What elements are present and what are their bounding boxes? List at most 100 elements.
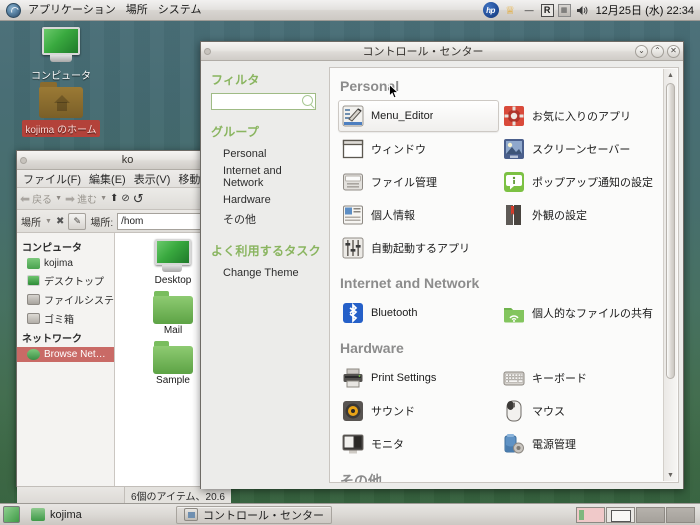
menu-edit[interactable]: 編集(E)	[85, 171, 130, 187]
menu-applications[interactable]: アプリケーション	[23, 0, 121, 21]
file-manager-toolbar[interactable]: ⬅ 戻る ▼ ➡ 進む ▼ ⬆ ⊘ ↺	[17, 188, 231, 210]
control-center-title: コントロール・センター	[362, 46, 484, 58]
maximize-button[interactable]: ⌃	[651, 44, 664, 58]
cc-item-windows[interactable]: ウィンドウ	[338, 133, 499, 165]
section-grid-internet: Bluetooth 個人的なファイルの共有	[338, 297, 660, 330]
screensaver-icon	[503, 138, 525, 160]
desktop-folder-icon	[153, 238, 193, 274]
cc-item-menu-editor[interactable]: Menu_Editor	[338, 100, 499, 132]
file-manager-menubar[interactable]: ファイル(F) 編集(E) 表示(V) 移動(G) ブック	[17, 170, 231, 188]
file-manager-location-bar[interactable]: 場所 ▼ ✖ ✎ 場所: /hom	[17, 210, 231, 233]
menu-places[interactable]: 場所	[121, 0, 153, 21]
sidebar-group-computer: コンピュータ	[22, 243, 82, 254]
cc-item-keyboard[interactable]: キーボード	[499, 362, 660, 394]
show-desktop-icon[interactable]	[3, 506, 20, 523]
taskbar-item-control-center[interactable]: コントロール・センター	[176, 505, 332, 524]
forward-button[interactable]: ➡ 進む	[65, 191, 97, 207]
file-manager-sidebar[interactable]: コンピュータ kojima デスクトップ ファイルシステ… ゴミ箱 ネットワーク…	[17, 233, 115, 486]
sidebar-item-filesystem[interactable]: ファイルシステ…	[17, 290, 114, 309]
cc-item-appearance[interactable]: 外観の設定	[499, 199, 660, 231]
places-dropdown-icon[interactable]: ▼	[45, 218, 52, 225]
keyboard-icon	[503, 367, 525, 389]
sidebar-group-network: ネットワーク	[22, 334, 82, 345]
gnome-swirl-icon[interactable]	[3, 2, 23, 19]
r-indicator-icon[interactable]: R	[540, 3, 554, 17]
cc-item-file-sharing[interactable]: 個人的なファイルの共有	[499, 297, 660, 329]
workspace-switcher[interactable]	[576, 506, 697, 523]
cc-item-file-management[interactable]: ファイル管理	[338, 166, 499, 198]
cc-item-startup-applications[interactable]: 自動起動するアプリ	[338, 232, 499, 264]
sidebar-item-internet-network[interactable]: Internet and Network	[211, 162, 321, 191]
top-panel[interactable]: アプリケーション 場所 システム hp ♕ — R ▦ 12月25日 (水) 2…	[0, 0, 700, 21]
clock[interactable]: 12月25日 (水) 22:34	[594, 2, 694, 18]
window-controls[interactable]: ⌄ ⌃ ✕	[635, 44, 680, 58]
sidebar-item-desktop[interactable]: デスクトップ	[17, 271, 114, 290]
control-center-window[interactable]: コントロール・センター ⌄ ⌃ ✕ フィルタ グループ Personal Int…	[200, 41, 684, 489]
edit-location-icon[interactable]: ✎	[68, 212, 87, 230]
back-button[interactable]: ⬅ 戻る	[20, 191, 52, 207]
workspace-3[interactable]	[636, 506, 665, 523]
workspace-4[interactable]	[666, 506, 695, 523]
sidebar-item-other[interactable]: その他	[211, 208, 321, 229]
search-input[interactable]	[211, 93, 316, 110]
bottom-panel[interactable]: kojima コントロール・センター	[0, 503, 700, 525]
sidebar-item-personal[interactable]: Personal	[211, 145, 321, 162]
control-center-titlebar[interactable]: コントロール・センター ⌄ ⌃ ✕	[201, 42, 683, 61]
up-button[interactable]: ⬆	[110, 193, 118, 204]
close-button[interactable]: ✕	[667, 44, 680, 58]
back-dropdown-icon[interactable]: ▼	[55, 195, 62, 202]
cc-item-power-management[interactable]: 電源管理	[499, 428, 660, 460]
shade-button[interactable]: ⌄	[635, 44, 648, 58]
window-menu-icon[interactable]	[20, 156, 27, 164]
reload-button[interactable]: ↺	[133, 191, 144, 207]
sidebar-item-browse-network[interactable]: Browse Net…	[17, 347, 114, 362]
section-title-hardware: Hardware	[340, 340, 404, 356]
system-tray[interactable]: hp ♕ — R ▦ 12月25日 (水) 22:34	[482, 2, 700, 18]
workspace-1[interactable]	[576, 506, 605, 523]
cc-item-preferred-apps[interactable]: お気に入りのアプリ	[499, 100, 660, 132]
close-sidebar-icon[interactable]: ✖	[56, 216, 64, 227]
cc-item-about-me[interactable]: 個人情報	[338, 199, 499, 231]
sidebar-task-change-theme[interactable]: Change Theme	[211, 264, 321, 281]
sidebar-item-hardware[interactable]: Hardware	[211, 191, 321, 208]
scroll-down-icon[interactable]: ▼	[664, 469, 677, 481]
menu-system[interactable]: システム	[153, 0, 207, 21]
cc-item-monitor[interactable]: モニタ	[338, 428, 499, 460]
control-center-scrollbar[interactable]: ▲ ▼	[663, 69, 677, 481]
hp-logo-icon[interactable]: hp	[482, 2, 499, 18]
sidebar-item-trash[interactable]: ゴミ箱	[17, 309, 114, 328]
crown-icon[interactable]: ♕	[503, 3, 518, 18]
volume-icon[interactable]	[575, 3, 590, 18]
stop-button[interactable]: ⊘	[121, 193, 129, 204]
cc-item-screensaver[interactable]: スクリーンセーバー	[499, 133, 660, 165]
workspace-2[interactable]	[606, 506, 635, 523]
menu-file[interactable]: ファイル(F)	[19, 171, 85, 187]
menu-view[interactable]: 表示(V)	[130, 171, 175, 187]
folder-icon	[153, 291, 193, 324]
desktop-icon	[27, 275, 40, 286]
taskbar-item-kojima[interactable]: kojima	[23, 506, 173, 524]
cc-item-print-settings[interactable]: Print Settings	[338, 362, 499, 394]
window-menu-icon[interactable]	[204, 47, 211, 55]
cc-item-notifications[interactable]: ポップアップ通知の設定	[499, 166, 660, 198]
cc-item-bluetooth[interactable]: Bluetooth	[338, 297, 499, 329]
display-applet-icon[interactable]: ▦	[557, 3, 571, 17]
places-label: 場所	[21, 217, 41, 229]
cc-item-label: ファイル管理	[371, 177, 437, 189]
scrollbar-thumb[interactable]	[666, 83, 675, 379]
filter-search[interactable]	[211, 93, 316, 110]
filesystem-icon	[27, 294, 40, 305]
desktop-icon-home[interactable]: kojima のホーム	[18, 82, 104, 137]
cc-item-label: 個人情報	[371, 210, 415, 222]
minimize-icon[interactable]: —	[522, 3, 537, 18]
desktop-icon-computer[interactable]: コンピュータ	[18, 26, 104, 83]
cc-item-sound[interactable]: サウンド	[338, 395, 499, 427]
taskbar-item-label: kojima	[50, 508, 82, 521]
sidebar-item-kojima[interactable]: kojima	[17, 256, 114, 271]
file-manager-titlebar[interactable]: ko	[17, 151, 231, 170]
forward-dropdown-icon[interactable]: ▼	[100, 195, 107, 202]
cc-item-mouse[interactable]: マウス	[499, 395, 660, 427]
cc-item-label: Print Settings	[371, 372, 437, 384]
scroll-up-icon[interactable]: ▲	[664, 69, 677, 81]
power-management-icon	[503, 433, 525, 455]
